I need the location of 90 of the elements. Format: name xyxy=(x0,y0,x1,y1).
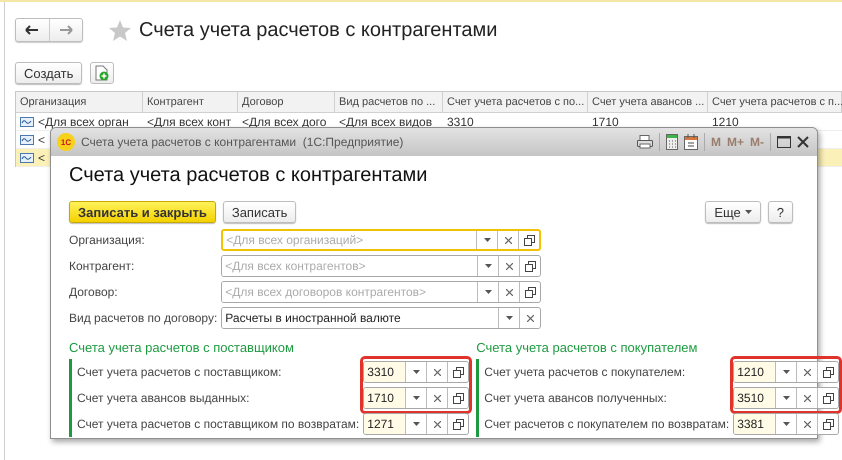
table-cell: <Для всех видов xyxy=(339,115,432,129)
select-field[interactable]: Расчеты в иностранной валюте xyxy=(221,307,542,329)
field-label: Организация: xyxy=(69,233,146,247)
field-label: Вид расчетов по договору: xyxy=(69,311,218,325)
column-header[interactable]: Счет учета расчетов с по... xyxy=(447,96,584,108)
maximize-icon[interactable] xyxy=(777,136,791,148)
open-icon[interactable] xyxy=(452,392,464,404)
select-field[interactable]: 3381 xyxy=(733,413,840,435)
star-icon[interactable] xyxy=(109,20,131,40)
select-field[interactable]: <Для всех контрагентов> xyxy=(221,255,542,277)
open-icon[interactable] xyxy=(822,366,834,378)
table-cell: <Для всех дого xyxy=(242,115,326,129)
table-cell: 1710 xyxy=(592,115,619,129)
dropdown-icon[interactable] xyxy=(484,290,492,294)
column-header[interactable]: Организация xyxy=(20,96,86,108)
clear-icon[interactable] xyxy=(434,368,441,376)
close-icon[interactable] xyxy=(797,136,809,148)
open-icon[interactable] xyxy=(822,418,834,430)
form-heading: Счета учета расчетов с контрагентами xyxy=(69,164,428,187)
field-label: Счет учета авансов полученных: xyxy=(484,391,667,405)
field-label: Договор: xyxy=(69,285,119,299)
help-button[interactable]: ? xyxy=(768,201,793,223)
dropdown-icon[interactable] xyxy=(782,370,790,374)
calendar-icon[interactable] xyxy=(684,134,698,150)
open-icon[interactable] xyxy=(524,260,536,272)
table-cell: 1210 xyxy=(712,115,739,129)
select-field[interactable]: <Для всех договоров контрагентов> xyxy=(221,281,542,303)
field-label: Счет учета расчетов с поставщиком по возвратам: xyxy=(77,417,360,431)
add-document-button[interactable] xyxy=(90,62,114,84)
select-field[interactable]: <Для всех организаций> xyxy=(221,229,542,251)
open-icon[interactable] xyxy=(524,286,536,298)
app-logo: 1С xyxy=(57,133,75,151)
dropdown-icon[interactable] xyxy=(484,264,492,268)
clear-icon[interactable] xyxy=(506,262,513,270)
record-icon xyxy=(20,135,34,145)
clear-icon[interactable] xyxy=(526,314,534,322)
column-header[interactable]: Контрагент xyxy=(147,96,204,108)
table-cell: <Для всех орган xyxy=(38,115,129,129)
calculator-icon[interactable] xyxy=(666,134,678,150)
select-field[interactable]: 1210 xyxy=(733,361,840,383)
clear-icon[interactable] xyxy=(434,394,441,402)
column-header[interactable]: Договор xyxy=(242,96,284,108)
select-field[interactable]: 3510 xyxy=(733,387,840,409)
clear-icon[interactable] xyxy=(434,420,441,428)
clear-icon[interactable] xyxy=(804,368,811,376)
dropdown-icon[interactable] xyxy=(484,238,491,242)
dropdown-icon[interactable] xyxy=(744,210,752,214)
column-header[interactable]: Вид расчетов по ... xyxy=(339,96,436,108)
record-icon xyxy=(20,117,34,127)
open-icon[interactable] xyxy=(452,366,464,378)
clear-icon[interactable] xyxy=(504,236,512,244)
field-label: Контрагент: xyxy=(69,259,136,273)
field-label: Счет расчетов с покупателем по возвратам: xyxy=(484,417,730,431)
column-header[interactable]: Счет учета расчетов с п... xyxy=(712,96,842,108)
column-header[interactable]: Счет учета авансов ... xyxy=(592,96,704,108)
select-field[interactable]: 1710 xyxy=(363,387,470,409)
table-cell: 3310 xyxy=(447,115,474,129)
window-title: Счета учета расчетов с контрагентами (1С:Предприятие) xyxy=(81,135,404,149)
group-title: Счета учета расчетов с покупателем xyxy=(476,340,698,355)
dropdown-icon[interactable] xyxy=(782,396,790,400)
dropdown-icon[interactable] xyxy=(412,396,420,400)
field-label: Счет учета расчетов с покупателем: xyxy=(484,365,686,379)
add-document-icon[interactable] xyxy=(95,65,110,81)
arrow-left-icon[interactable] xyxy=(25,25,40,35)
field-label: Счет учета авансов выданных: xyxy=(77,391,250,405)
dropdown-icon[interactable] xyxy=(412,422,420,426)
dropdown-icon[interactable] xyxy=(412,370,420,374)
dropdown-icon[interactable] xyxy=(506,316,513,320)
clear-icon[interactable] xyxy=(804,420,811,428)
page-title: Счета учета расчетов с контрагентами xyxy=(139,18,498,42)
table-cell: <Для всех конт xyxy=(147,115,232,129)
save-and-close-button[interactable]: Записать и закрыть xyxy=(69,201,216,223)
clear-icon[interactable] xyxy=(804,394,811,402)
save-button[interactable]: Записать xyxy=(222,201,296,223)
select-field[interactable]: 3310 xyxy=(363,361,470,383)
printer-icon[interactable] xyxy=(636,135,653,149)
create-button[interactable]: Создать xyxy=(15,62,82,84)
select-field[interactable]: 1271 xyxy=(363,413,470,435)
group-title: Счета учета расчетов с поставщиком xyxy=(69,340,295,355)
arrow-right-icon[interactable] xyxy=(58,25,73,35)
field-label: Счет учета расчетов с поставщиком: xyxy=(77,365,282,379)
record-icon xyxy=(20,153,34,163)
table-cell: < xyxy=(38,151,46,165)
clear-icon[interactable] xyxy=(506,288,513,296)
open-icon[interactable] xyxy=(524,234,535,246)
open-icon[interactable] xyxy=(452,418,464,430)
more-button[interactable]: Еще xyxy=(705,201,761,223)
open-icon[interactable] xyxy=(822,392,834,404)
table-cell: < xyxy=(38,133,46,147)
dropdown-icon[interactable] xyxy=(782,422,790,426)
